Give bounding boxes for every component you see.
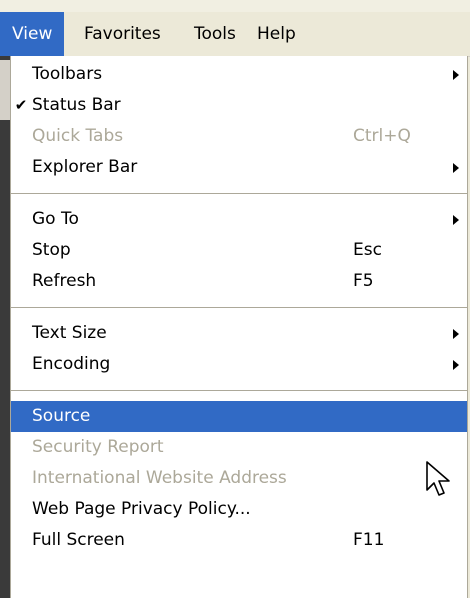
menu-item-source[interactable]: Source [11,401,467,432]
menubar-item-label: Help [257,24,296,44]
menu-item-refresh[interactable]: Refresh F5 [11,266,467,297]
menu-separator [11,193,467,195]
window-top-strip [0,0,470,12]
menubar-item-label: View [12,24,53,44]
submenu-arrow-icon [453,215,459,225]
menu-item-label: Quick Tabs [32,126,124,146]
menu-item-shortcut: Esc [353,240,382,260]
menubar-item-favorites[interactable]: Favorites [72,12,173,56]
menu-item-text-size[interactable]: Text Size [11,318,467,349]
submenu-arrow-icon [453,163,459,173]
menu-item-label: Status Bar [32,95,121,115]
menu-item-label: Security Report [32,437,164,457]
menubar-item-label: Tools [194,24,236,44]
menu-item-label: Toolbars [32,64,103,84]
menu-item-security-report[interactable]: Security Report [11,432,467,463]
menubar-item-help[interactable]: Help [245,12,308,56]
menu-item-web-page-privacy-policy[interactable]: Web Page Privacy Policy... [11,494,467,525]
menubar-item-label: Favorites [84,24,161,44]
menu-item-label: Go To [32,209,79,229]
menu-bar: View Favorites Tools Help [0,12,470,57]
view-menu-dropdown: Toolbars ✔ Status Bar Quick Tabs Ctrl+Q … [10,56,468,598]
submenu-arrow-icon [453,70,459,80]
menu-item-status-bar[interactable]: ✔ Status Bar [11,90,467,121]
menu-item-shortcut: F5 [353,271,374,291]
submenu-arrow-icon [453,360,459,370]
menu-item-explorer-bar[interactable]: Explorer Bar [11,152,467,183]
checkmark-icon: ✔ [14,96,28,114]
menu-item-label: Text Size [32,323,107,343]
menu-item-label: International Website Address [32,468,287,488]
menu-item-label: Encoding [32,354,111,374]
menu-separator [11,307,467,309]
menu-item-stop[interactable]: Stop Esc [11,235,467,266]
window-left-edge [0,56,10,598]
menu-item-toolbars[interactable]: Toolbars [11,59,467,90]
menu-item-full-screen[interactable]: Full Screen F11 [11,525,467,556]
menubar-item-tools[interactable]: Tools [182,12,248,56]
menu-item-label: Explorer Bar [32,157,138,177]
menu-item-label: Stop [32,240,71,260]
menu-item-international-website-address[interactable]: International Website Address [11,463,467,494]
browser-window: View Favorites Tools Help Toolbars ✔ Sta… [0,0,470,598]
menu-item-label: Source [32,406,91,426]
menu-item-go-to[interactable]: Go To [11,204,467,235]
menu-item-encoding[interactable]: Encoding [11,349,467,380]
menu-item-label: Refresh [32,271,97,291]
submenu-arrow-icon [453,329,459,339]
menu-item-label: Web Page Privacy Policy... [32,499,251,519]
arrow-cursor-icon [426,461,450,496]
menu-separator [11,390,467,392]
menu-item-quick-tabs[interactable]: Quick Tabs Ctrl+Q [11,121,467,152]
menu-item-shortcut: Ctrl+Q [353,126,411,146]
menu-item-shortcut: F11 [353,530,385,550]
menu-item-label: Full Screen [32,530,125,550]
menubar-item-view[interactable]: View [0,12,65,56]
